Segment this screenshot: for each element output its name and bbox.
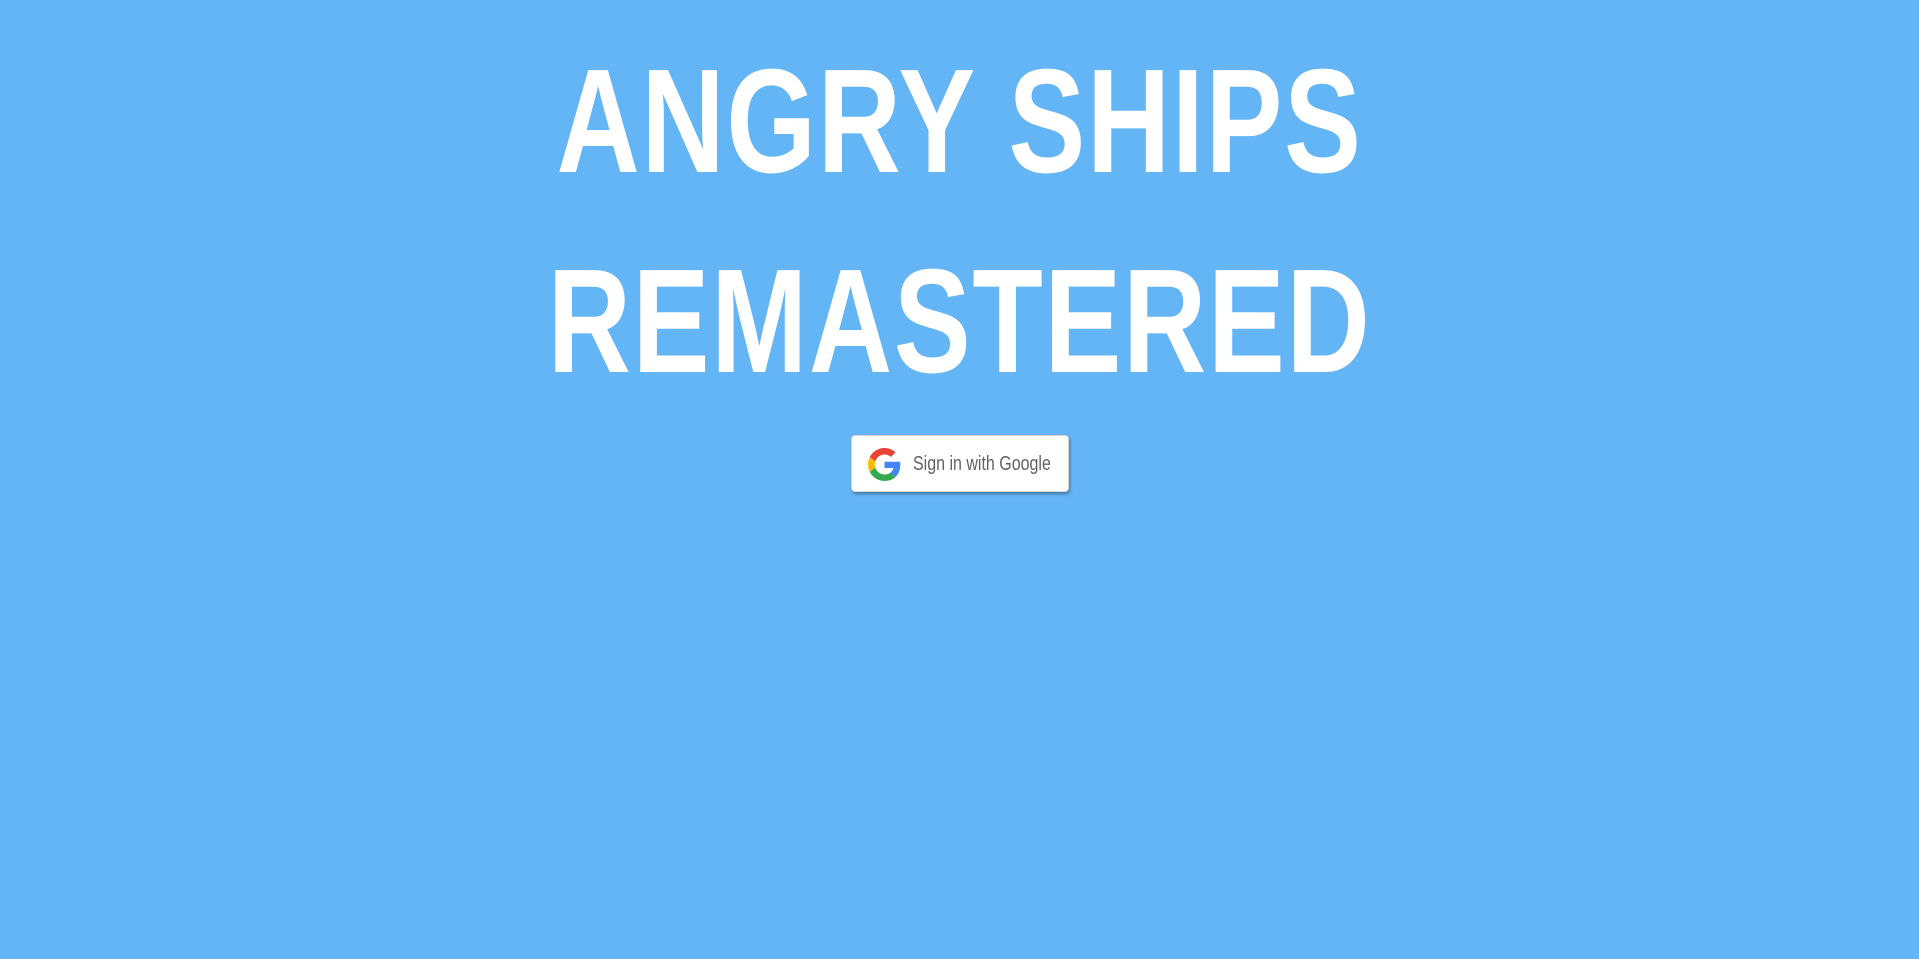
- game-title-line-1: ANGRY SHIPS: [556, 39, 1363, 204]
- login-screen: ANGRY SHIPS REMASTERED Sign in with Goog…: [0, 0, 1919, 959]
- google-sign-in-button[interactable]: Sign in with Google: [851, 435, 1069, 492]
- game-title-line-2: REMASTERED: [547, 239, 1372, 404]
- game-title: ANGRY SHIPS REMASTERED: [0, 22, 1919, 422]
- google-g-icon: [868, 448, 901, 481]
- google-sign-in-label: Sign in with Google: [913, 453, 1051, 475]
